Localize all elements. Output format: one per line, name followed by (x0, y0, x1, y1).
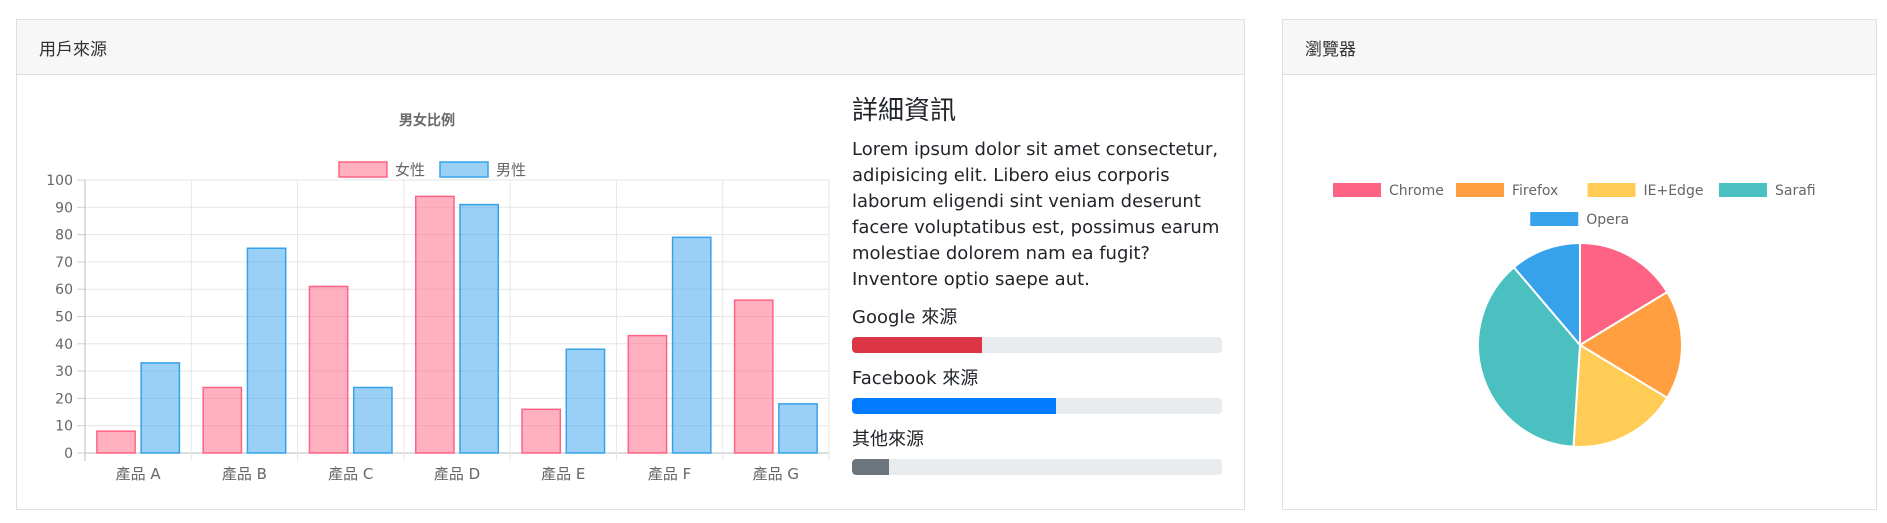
bar (459, 203, 500, 454)
x-tick-label: 產品 B (222, 465, 267, 483)
bar (140, 362, 181, 454)
bar (352, 386, 393, 454)
bar (246, 247, 287, 454)
bar (202, 386, 243, 454)
browser-card: 瀏覽器 Chrome Firefox IE+Edge Sarafi Opera (1282, 19, 1877, 510)
bar (671, 236, 712, 454)
y-tick-label: 40 (55, 337, 73, 353)
bar (521, 408, 562, 454)
y-tick-label: 10 (55, 419, 73, 435)
x-tick-label: 產品 C (328, 465, 373, 483)
progress-group: 其他來源 (852, 429, 1232, 475)
y-tick-label: 60 (55, 282, 73, 298)
details-heading: 詳細資訊 (852, 96, 957, 126)
progress-label: Facebook 來源 (852, 368, 979, 389)
pie-legend-swatch (1719, 183, 1767, 197)
progress-bar (852, 398, 1222, 414)
pie-legend-swatch (1456, 183, 1504, 197)
bar (414, 195, 455, 454)
bar (627, 334, 668, 454)
source-progress-list: Google 來源 Facebook 來源 其他來源 (852, 307, 1232, 475)
bar (308, 285, 349, 454)
progress-group: Facebook 來源 (852, 368, 1232, 414)
gender-ratio-bar-chart: 男女比例女性 男性 0 10 20 30 40 50 60 70 80 90 100 產品 A 產品 B 產品… (46, 112, 830, 483)
y-tick-label: 50 (55, 310, 73, 326)
y-tick-label: 100 (46, 173, 73, 189)
x-tick-label: 產品 D (434, 465, 480, 483)
details-body: Lorem ipsum dolor sit amet consectetur, … (852, 139, 1220, 290)
x-tick-label: 產品 F (648, 465, 691, 483)
details-panel: 詳細資訊 Lorem ipsum dolor sit amet consecte… (852, 90, 1232, 490)
pie-legend-label: Firefox (1512, 183, 1558, 199)
progress-label: 其他來源 (852, 429, 924, 450)
y-tick-label: 30 (55, 364, 73, 380)
progress-fill (852, 337, 982, 353)
pie-legend-label: Opera (1586, 212, 1629, 228)
x-tick-label: 產品 G (753, 465, 799, 483)
progress-fill (852, 459, 889, 475)
y-tick-label: 90 (55, 200, 73, 216)
browser-title: 瀏覽器 (1305, 39, 1356, 60)
bar (733, 299, 774, 454)
pie-legend-swatch (1333, 183, 1381, 197)
user-source-card: 用戶來源 男女比例女性 男性 0 10 20 30 40 50 60 70 80 90 100 產品 A 產… (16, 19, 1245, 510)
user-source-title: 用戶來源 (39, 39, 107, 60)
legend-label: 女性 (395, 161, 425, 179)
legend-swatch (338, 161, 388, 178)
legend-swatch (439, 161, 489, 178)
bar (96, 430, 136, 454)
y-tick-label: 80 (55, 228, 73, 244)
progress-bar (852, 337, 1222, 353)
progress-group: Google 來源 (852, 307, 1232, 353)
y-tick-label: 70 (55, 255, 73, 271)
progress-label: Google 來源 (852, 307, 958, 328)
pie-legend-label: Chrome (1389, 183, 1444, 199)
progress-fill (852, 398, 1056, 414)
progress-bar (852, 459, 1222, 475)
legend-label: 男性 (496, 161, 526, 179)
x-tick-label: 產品 A (116, 465, 162, 483)
chart-title: 男女比例 (399, 112, 455, 129)
pie-legend-swatch (1587, 183, 1636, 197)
user-source-card-header: 用戶來源 (17, 20, 1244, 75)
bar (778, 403, 818, 454)
pie-legend-label: IE+Edge (1644, 183, 1704, 199)
y-tick-label: 0 (64, 446, 73, 462)
pie-legend-label: Sarafi (1775, 183, 1816, 199)
bar (565, 348, 606, 454)
y-tick-label: 20 (55, 391, 73, 407)
pie-legend-swatch (1530, 212, 1579, 226)
x-tick-label: 產品 E (541, 465, 585, 483)
browser-pie-chart: Chrome Firefox IE+Edge Sarafi Opera (1333, 183, 1816, 448)
browser-card-header: 瀏覽器 (1283, 20, 1876, 75)
